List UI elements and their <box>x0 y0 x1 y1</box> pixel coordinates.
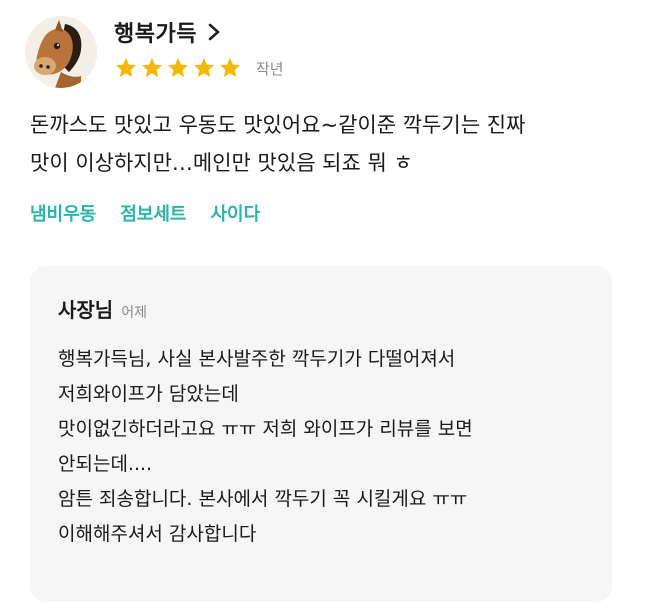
review-date: 작년 <box>256 59 284 78</box>
star-icon <box>142 58 162 77</box>
text-line: 암튼 죄송합니다. 본사에서 깍두기 꼭 시킬게요 ㅠㅠ <box>58 488 468 510</box>
star-icon <box>194 58 214 77</box>
text-line: 맛이없긴하더라고요 ㅠㅠ 저희 와이프가 리뷰를 보면 <box>58 418 473 440</box>
review-meta: 작년 <box>114 56 284 80</box>
text-line: 안되는데.... <box>58 453 153 475</box>
star-icon <box>220 58 240 77</box>
menu-tags: 냄비우동 점보세트 사이다 <box>30 200 260 226</box>
star-icon <box>168 58 188 77</box>
reply-text: 행복가득님, 사실 본사발주한 깍두기가 다떨어져서저희와이프가 담았는데맛이없… <box>58 342 598 552</box>
owner-label: 사장님 <box>58 298 114 322</box>
text-line: 맛이 이상하지만…메인만 맛있음 되죠 뭐 ㅎ <box>30 151 413 175</box>
owner-reply-header: 사장님 어제 <box>58 294 147 323</box>
star-rating <box>114 56 242 80</box>
horse-avatar-icon <box>25 16 97 88</box>
user-name: 행복가득 <box>114 22 197 47</box>
star-icon <box>116 58 136 77</box>
review-text: 돈까스도 맛있고 우동도 맛있어요~같이준 깍두기는 진짜맛이 이상하지만…메인… <box>30 106 640 182</box>
text-line: 돈까스도 맛있고 우동도 맛있어요~같이준 깍두기는 진짜 <box>30 113 526 137</box>
text-line: 저희와이프가 담았는데 <box>58 383 239 405</box>
menu-tag[interactable]: 냄비우동 <box>30 200 96 226</box>
menu-tag[interactable]: 사이다 <box>211 200 261 226</box>
text-line: 행복가득님, 사실 본사발주한 깍두기가 다떨어져서 <box>58 348 456 370</box>
user-profile-link[interactable]: 행복가득 <box>114 16 221 48</box>
reply-date: 어제 <box>121 305 147 321</box>
chevron-right-icon <box>208 23 220 41</box>
text-line: 이해해주셔서 감사합니다 <box>58 523 257 545</box>
owner-reply: 사장님 어제 행복가득님, 사실 본사발주한 깍두기가 다떨어져서저희와이프가 … <box>30 266 612 602</box>
user-avatar[interactable] <box>25 16 97 88</box>
review-card: 행복가득 작년 돈까스도 맛있고 우동도 맛있어요~같이준 깍두기는 진짜맛이 … <box>0 0 660 611</box>
menu-tag[interactable]: 점보세트 <box>120 200 186 226</box>
